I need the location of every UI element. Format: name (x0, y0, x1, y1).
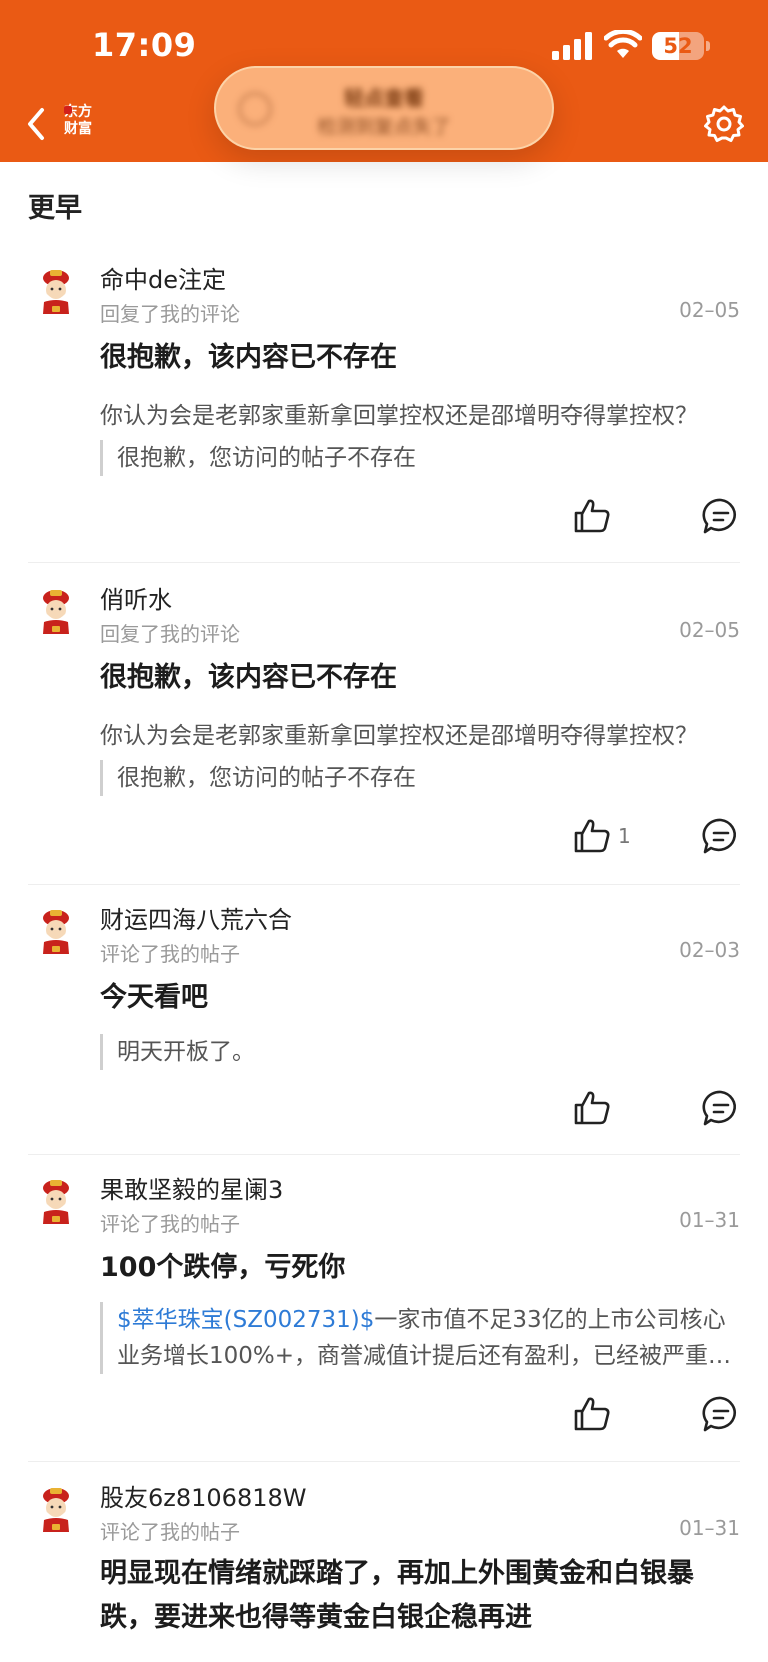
action-text: 评论了我的帖子 (100, 1212, 240, 1236)
like-button[interactable] (572, 1394, 612, 1434)
username[interactable]: 俏听水 (100, 580, 172, 615)
list-item[interactable]: 俏听水 回复了我的评论 02–05 很抱歉，该内容已不存在 你认为会是老郭家重新… (0, 560, 768, 880)
like-button[interactable] (572, 496, 612, 536)
action-text: 回复了我的评论 (100, 622, 240, 646)
comment-title: 很抱歉，该内容已不存在 (100, 342, 397, 373)
toast-title: 轻点查看 (344, 86, 424, 110)
battery-icon: 52 (652, 32, 710, 60)
like-button[interactable] (572, 816, 612, 856)
comment-snippet: 你认为会是老郭家重新拿回掌控权还是邵增明夺得掌控权？ (100, 723, 698, 749)
action-text: 评论了我的帖子 (100, 942, 240, 966)
comment-title: 今天看吧 (100, 982, 208, 1013)
battery-level: 52 (663, 34, 693, 58)
date-text: 01–31 (679, 1516, 740, 1540)
comment-snippet: 你认为会是老郭家重新拿回掌控权还是邵增明夺得掌控权？ (100, 403, 698, 429)
stock-link[interactable]: $萃华珠宝(SZ002731)$ (117, 1307, 374, 1333)
avatar[interactable] (36, 1178, 76, 1224)
username[interactable]: 财运四海八荒六合 (100, 900, 292, 935)
quoted-post[interactable]: $萃华珠宝(SZ002731)$一家市值不足33亿的上市公司核心业务增长100%… (100, 1302, 740, 1374)
comment-title: 100个跌停，亏死你 (100, 1252, 346, 1283)
status-time: 17:09 (92, 26, 197, 64)
comment-title: 明显现在情绪就踩踏了，再加上外围黄金和白银暴跌，要进来也得等黄金白银企稳再进 (100, 1558, 694, 1633)
date-text: 02–05 (679, 618, 740, 642)
reply-button[interactable] (702, 497, 740, 535)
toast-subtitle: 检测到复点失了 (317, 116, 451, 138)
date-text: 02–05 (679, 298, 740, 322)
notification-toast[interactable]: 轻点查看 检测到复点失了 (214, 66, 554, 150)
avatar[interactable] (36, 268, 76, 314)
back-button[interactable] (22, 104, 50, 144)
list-item[interactable]: 果敢坚毅的星阑3 评论了我的帖子 01–31 100个跌停，亏死你 $萃华珠宝(… (0, 1150, 768, 1460)
wifi-icon (604, 30, 642, 58)
avatar[interactable] (36, 1486, 76, 1532)
section-title: 更早 (28, 193, 82, 224)
quoted-post[interactable]: 很抱歉，您访问的帖子不存在 (100, 760, 740, 796)
settings-button[interactable] (704, 104, 744, 144)
app-logo: 东方 财富 (58, 104, 98, 142)
username[interactable]: 果敢坚毅的星阑3 (100, 1170, 283, 1205)
username[interactable]: 股友6z8106818W (100, 1478, 306, 1513)
quoted-post[interactable]: 很抱歉，您访问的帖子不存在 (100, 440, 740, 476)
comment-title: 很抱歉，该内容已不存在 (100, 662, 397, 693)
list-item[interactable]: 财运四海八荒六合 评论了我的帖子 02–03 今天看吧 明天开板了。 (0, 880, 768, 1150)
list-item[interactable]: 股友6z8106818W 评论了我的帖子 01–31 明显现在情绪就踩踏了，再加… (0, 1458, 768, 1662)
avatar[interactable] (36, 588, 76, 634)
action-text: 评论了我的帖子 (100, 1520, 240, 1544)
top-bar: 17:09 52 东方 财富 轻点查看 检测到复点失了 (0, 0, 768, 162)
cellular-signal-icon (552, 32, 592, 60)
reply-button[interactable] (702, 1395, 740, 1433)
logo-text-line2: 财富 (64, 121, 92, 137)
username[interactable]: 命中de注定 (100, 260, 226, 295)
action-text: 回复了我的评论 (100, 302, 240, 326)
quoted-post[interactable]: 明天开板了。 (100, 1034, 740, 1070)
like-button[interactable] (572, 1088, 612, 1128)
date-text: 01–31 (679, 1208, 740, 1232)
reply-button[interactable] (702, 817, 740, 855)
avatar[interactable] (36, 908, 76, 954)
logo-mark-icon (64, 106, 72, 114)
reply-button[interactable] (702, 1089, 740, 1127)
like-count: 1 (618, 824, 631, 848)
list-item[interactable]: 命中de注定 回复了我的评论 02–05 很抱歉，该内容已不存在 你认为会是老郭… (0, 240, 768, 560)
date-text: 02–03 (679, 938, 740, 962)
